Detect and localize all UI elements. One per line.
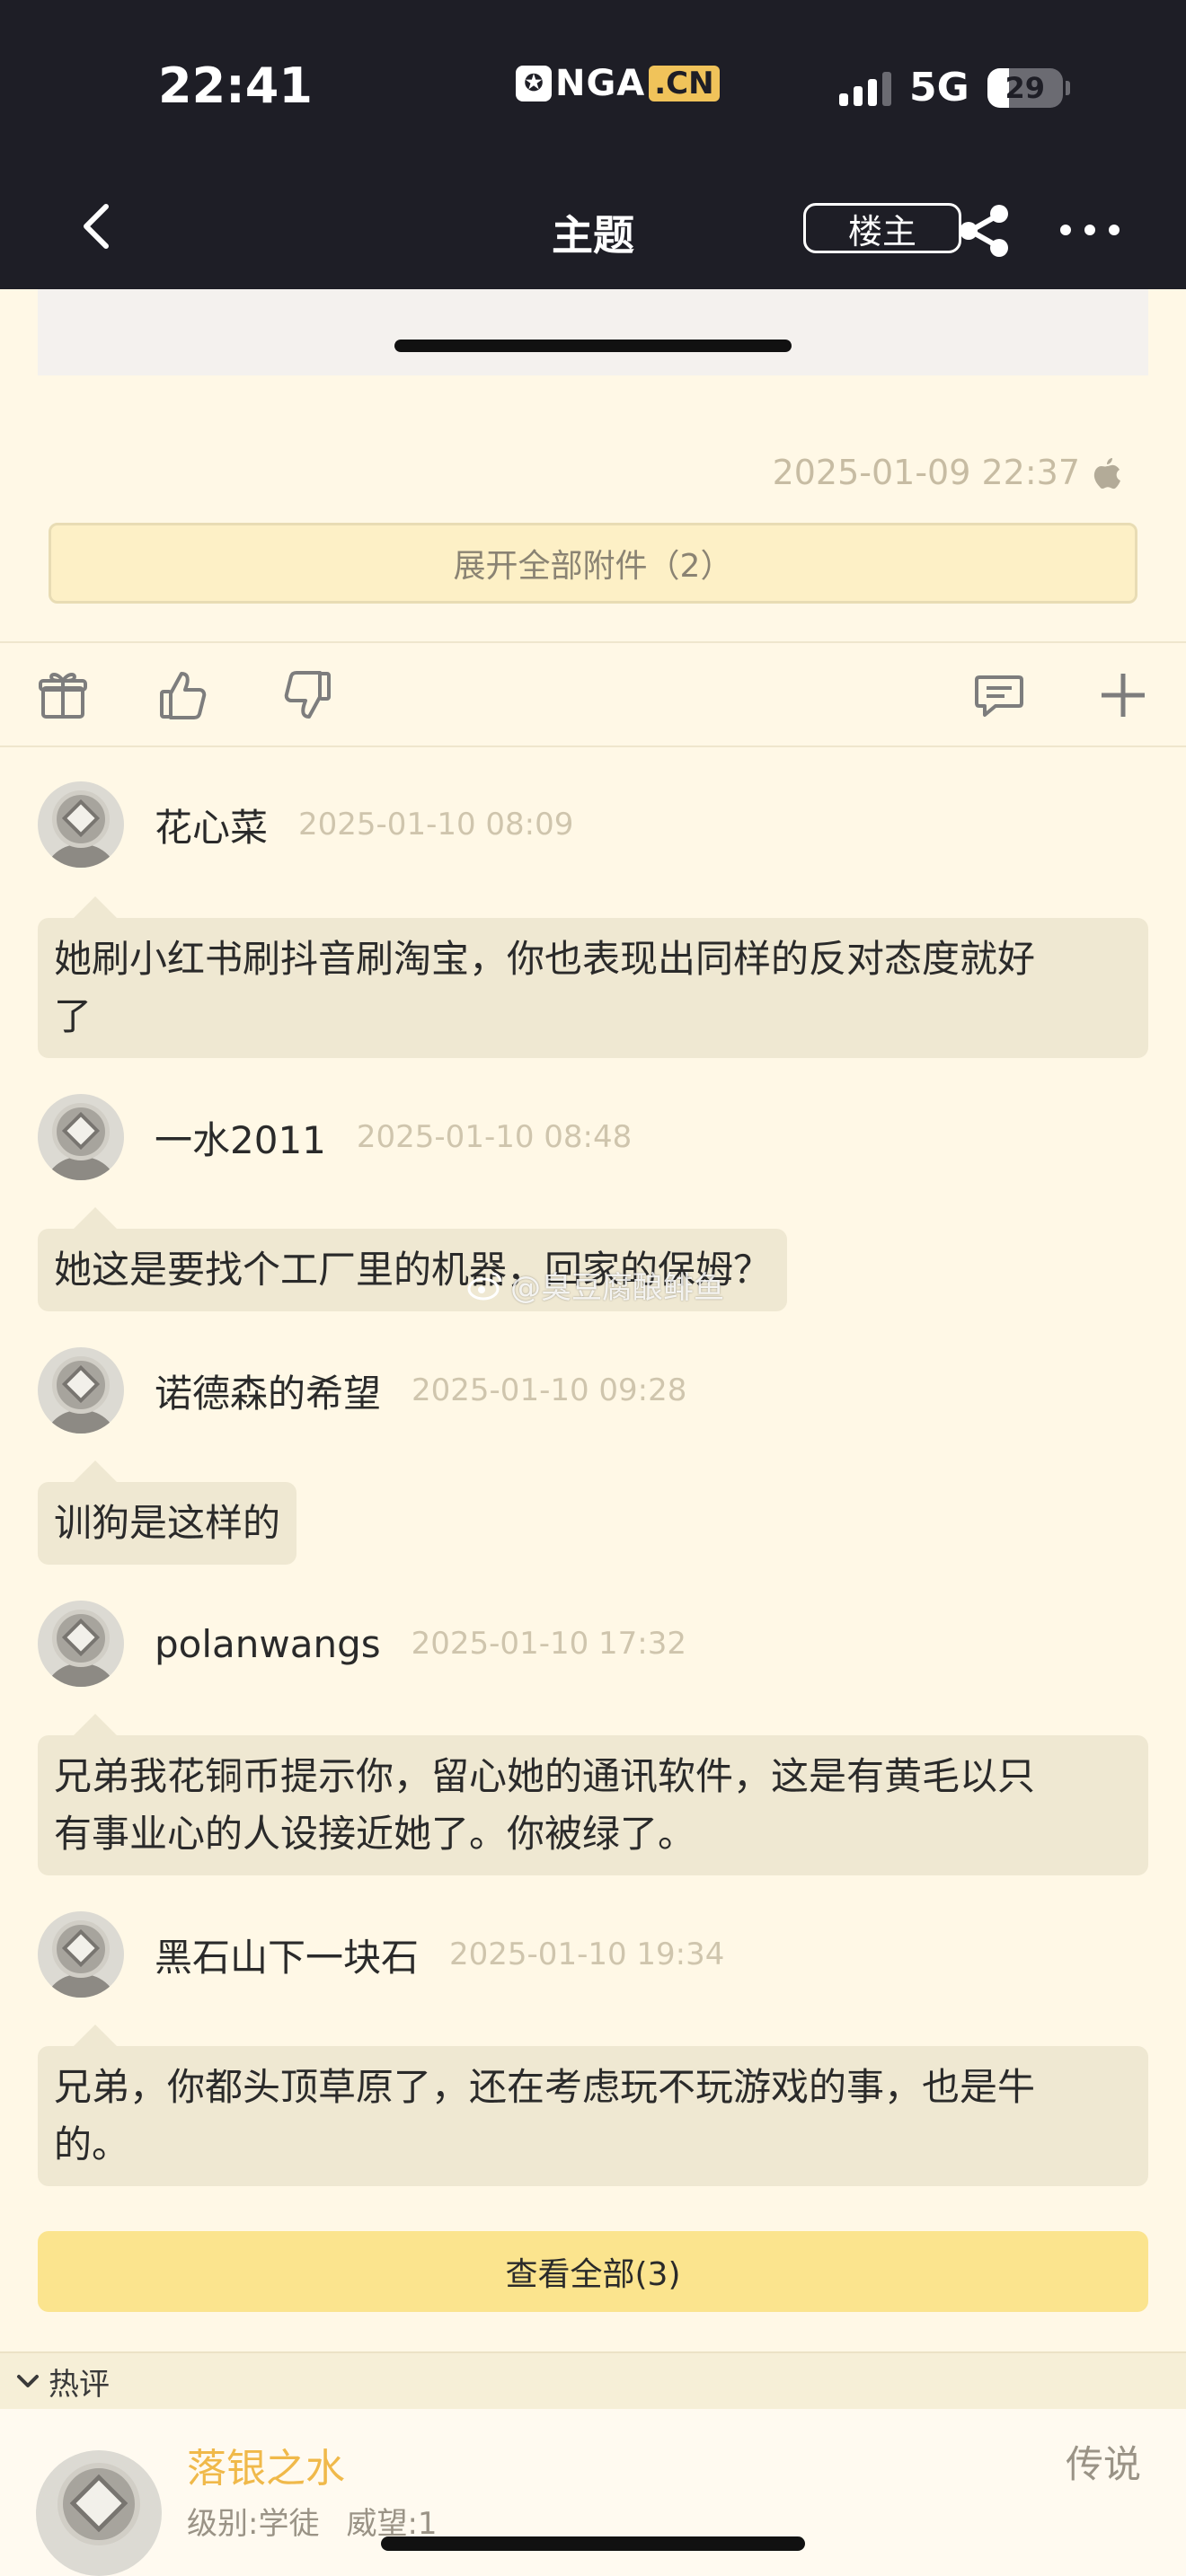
reply-time: 2025-01-10 08:48 [356,1119,633,1155]
embedded-media[interactable] [38,289,1148,375]
more-options-icon[interactable] [1060,212,1120,248]
hot-comments-label: 热评 [49,2366,110,2403]
reply-time: 2025-01-10 09:28 [412,1372,687,1408]
signal-icon [839,70,891,106]
home-indicator[interactable] [381,2536,805,2551]
top-bar: 22:41 ✪ NGA .CN 5G 29 主题 楼主 [0,0,1186,289]
nga-logo-icon: ✪ [516,66,552,101]
reply-time: 2025-01-10 08:09 [298,807,574,842]
reply-username[interactable]: 诺德森的希望 [155,1363,381,1418]
reply-bubble: 兄弟我花铜币提示你，留心她的通讯软件，这是有黄毛以只 有事业心的人设接近她了。你被… [38,1714,1148,1875]
reply-username[interactable]: 黑石山下一块石 [155,1928,419,1982]
network-type: 5G [909,65,969,110]
expand-attachments-button[interactable]: 展开全部附件（2） [49,523,1137,604]
apple-device-icon [1093,458,1120,490]
gift-icon[interactable] [36,668,90,722]
hot-comment-header: 落银之水 级别:学徒 威望:1 传说 [0,2409,1186,2576]
thumbs-up-icon[interactable] [156,668,210,722]
battery-icon: 29 [987,67,1070,108]
avatar[interactable] [38,1347,124,1434]
chevron-down-icon [17,2375,39,2387]
user-rank-badge: 传说 [1065,2442,1141,2486]
status-indicators: 5G 29 [839,65,1070,110]
status-time: 22:41 [158,57,313,114]
post-action-bar [0,641,1186,747]
watermark: @臭豆腐酿鲱鱼 [467,1263,724,1307]
avatar[interactable] [38,1094,124,1180]
reply-time: 2025-01-10 17:32 [411,1626,687,1662]
avatar[interactable] [38,1601,124,1687]
reply-header: polanwangs 2025-01-10 17:32 [38,1601,686,1687]
avatar[interactable] [38,781,124,868]
hot-comments-toggle[interactable]: 热评 [0,2351,1186,2409]
reply-username[interactable]: polanwangs [155,1622,381,1666]
media-handle [394,340,792,352]
reply-bubble: 训狗是这样的 [38,1460,297,1565]
avatar[interactable] [36,2450,162,2576]
nga-logo: ✪ NGA .CN [516,63,720,104]
post-timestamp: 2025-01-09 22:37 [773,453,1123,492]
hot-comment-username[interactable]: 落银之水 [187,2436,345,2493]
weibo-icon [467,1272,502,1300]
share-icon[interactable] [954,201,1013,260]
add-icon[interactable] [1096,668,1150,722]
reply-time: 2025-01-10 19:34 [449,1936,725,1972]
view-all-replies-button[interactable]: 查看全部(3) [38,2231,1148,2312]
reply-username[interactable]: 花心菜 [155,798,268,852]
reply-header: 诺德森的希望 2025-01-10 09:28 [38,1347,686,1434]
op-only-button[interactable]: 楼主 [803,203,961,253]
reply-header: 花心菜 2025-01-10 08:09 [38,781,573,868]
reply-header: 黑石山下一块石 2025-01-10 19:34 [38,1911,724,1998]
reply-header: 一水2011 2025-01-10 08:48 [38,1094,632,1180]
comment-icon[interactable] [972,668,1026,722]
thumbs-down-icon[interactable] [280,668,334,722]
avatar[interactable] [38,1911,124,1998]
reply-username[interactable]: 一水2011 [155,1110,326,1165]
reply-bubble: 兄弟，你都头顶草原了，还在考虑玩不玩游戏的事，也是牛 的。 [38,2025,1148,2186]
reply-bubble: 她刷小红书刷抖音刷淘宝，你也表现出同样的反对态度就好了 [38,896,1148,1058]
